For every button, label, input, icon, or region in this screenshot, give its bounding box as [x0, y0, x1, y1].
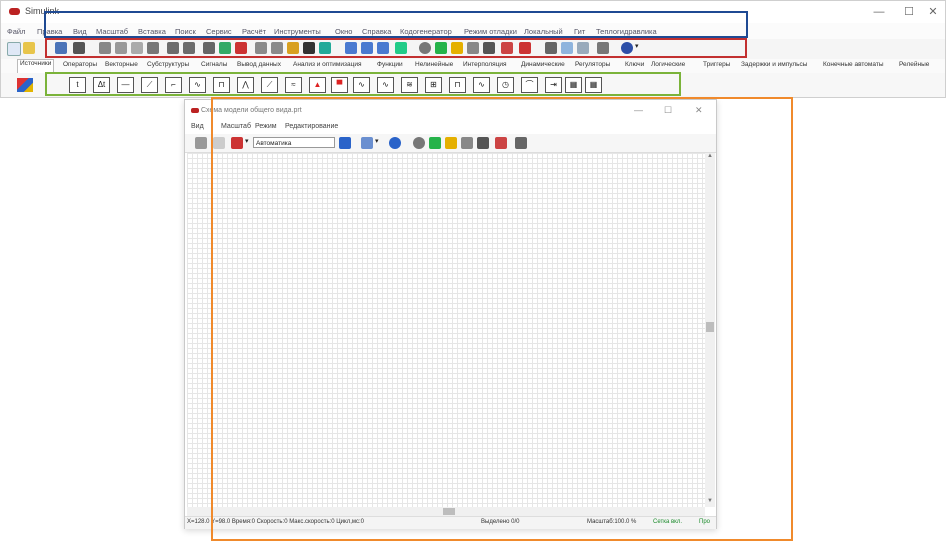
- tab-nonlinear[interactable]: Нелинейные: [415, 61, 453, 68]
- model-menu-view[interactable]: Вид: [191, 123, 204, 130]
- tab-keys[interactable]: Ключи: [625, 61, 644, 68]
- tab-state-machines[interactable]: Конечные автоматы: [823, 61, 884, 68]
- tab-vector[interactable]: Векторные: [105, 61, 138, 68]
- tab-sources[interactable]: Источники: [17, 59, 55, 73]
- tab-logic[interactable]: Логические: [651, 61, 685, 68]
- tab-regulators[interactable]: Регуляторы: [575, 61, 610, 68]
- tab-analysis[interactable]: Анализ и оптимизация: [293, 61, 362, 68]
- tab-operators[interactable]: Операторы: [63, 61, 97, 68]
- open-folder-icon[interactable]: [23, 42, 35, 54]
- close-button[interactable]: ✕: [919, 4, 946, 20]
- up-arrow-icon[interactable]: [195, 137, 207, 149]
- tab-dynamic[interactable]: Динамические: [521, 61, 565, 68]
- tab-functions[interactable]: Функции: [377, 61, 403, 68]
- tab-interpolation[interactable]: Интерполяция: [463, 61, 507, 68]
- canvas-highlight-frame: [211, 97, 793, 541]
- menu-item-file[interactable]: Файл: [7, 27, 25, 36]
- tab-relay[interactable]: Релейные: [899, 61, 929, 68]
- model-logo-icon: [191, 108, 199, 113]
- menu-highlight-frame: [44, 11, 748, 38]
- sources-palette-icon[interactable]: [17, 78, 33, 92]
- tab-signals[interactable]: Сигналы: [201, 61, 227, 68]
- toolbar-highlight-frame: [45, 38, 747, 58]
- tab-triggers[interactable]: Триггеры: [703, 61, 730, 68]
- tab-delays[interactable]: Задержки и импульсы: [741, 61, 807, 68]
- new-file-icon[interactable]: [7, 42, 21, 56]
- tab-substructures[interactable]: Субструктуры: [147, 61, 189, 68]
- minimize-button[interactable]: —: [865, 4, 893, 20]
- palette-highlight-frame: [45, 72, 681, 96]
- app-logo-icon: [9, 8, 20, 15]
- tab-data-output[interactable]: Вывод данных: [237, 61, 281, 68]
